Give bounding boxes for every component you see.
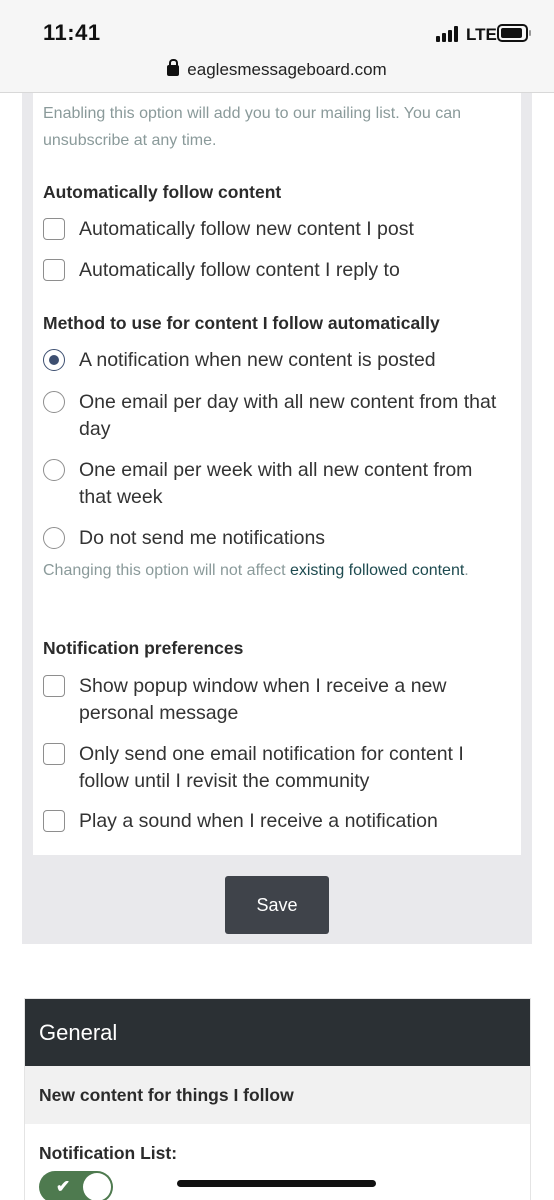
lock-icon <box>167 59 180 76</box>
status-time: 11:41 <box>43 20 101 45</box>
save-button[interactable]: Save <box>225 876 329 934</box>
checkbox-label: Show popup window when I receive a new p… <box>79 675 447 724</box>
browser-top-bar: 11:41 LTE eaglesmessageboard.com <box>0 0 554 93</box>
url-text: eaglesmessageboard.com <box>187 60 387 79</box>
mailing-list-note: Enabling this option will add you to our… <box>43 105 462 149</box>
radio-label: A notification when new content is poste… <box>79 349 436 371</box>
notification-prefs-heading: Notification preferences <box>43 638 244 658</box>
auto-follow-heading: Automatically follow content <box>43 182 282 202</box>
notification-list-label: Notification List: <box>39 1143 178 1163</box>
address-bar[interactable]: eaglesmessageboard.com <box>0 59 554 80</box>
radio-button-selected[interactable] <box>43 349 65 371</box>
home-indicator <box>177 1180 376 1187</box>
checkbox[interactable] <box>43 743 65 765</box>
note-text: Changing this option will not affect <box>43 562 290 579</box>
general-subheading: New content for things I follow <box>25 1066 530 1124</box>
checkbox[interactable] <box>43 218 65 240</box>
radio-label: Do not send me notifications <box>79 527 326 549</box>
checkbox-label: Automatically follow new content I post <box>79 218 414 240</box>
checkbox-label: Play a sound when I receive a notificati… <box>79 810 438 832</box>
follow-method-note: Changing this option will not affect exi… <box>43 557 523 584</box>
note-suffix: . <box>464 562 469 579</box>
check-icon: ✔ <box>56 1177 71 1196</box>
checkbox-label: Only send one email notification for con… <box>79 743 464 792</box>
checkbox[interactable] <box>43 810 65 832</box>
signal-icon <box>436 26 462 42</box>
checkbox[interactable] <box>43 259 65 281</box>
checkbox-label: Automatically follow content I reply to <box>79 259 400 281</box>
general-title: General <box>25 999 530 1066</box>
battery-icon <box>497 24 531 42</box>
general-section: General New content for things I follow … <box>24 998 531 1200</box>
radio-label: One email per week with all new content … <box>79 459 473 508</box>
radio-button[interactable] <box>43 459 65 481</box>
existing-followed-content-link[interactable]: existing followed content <box>290 562 464 579</box>
radio-button[interactable] <box>43 391 65 413</box>
radio-label: One email per day with all new content f… <box>79 391 497 440</box>
follow-method-heading: Method to use for content I follow autom… <box>43 313 440 333</box>
network-label: LTE <box>466 25 497 44</box>
checkbox[interactable] <box>43 675 65 697</box>
toggle-knob <box>83 1173 111 1200</box>
radio-button[interactable] <box>43 527 65 549</box>
notification-list-toggle[interactable]: ✔ <box>39 1171 113 1200</box>
